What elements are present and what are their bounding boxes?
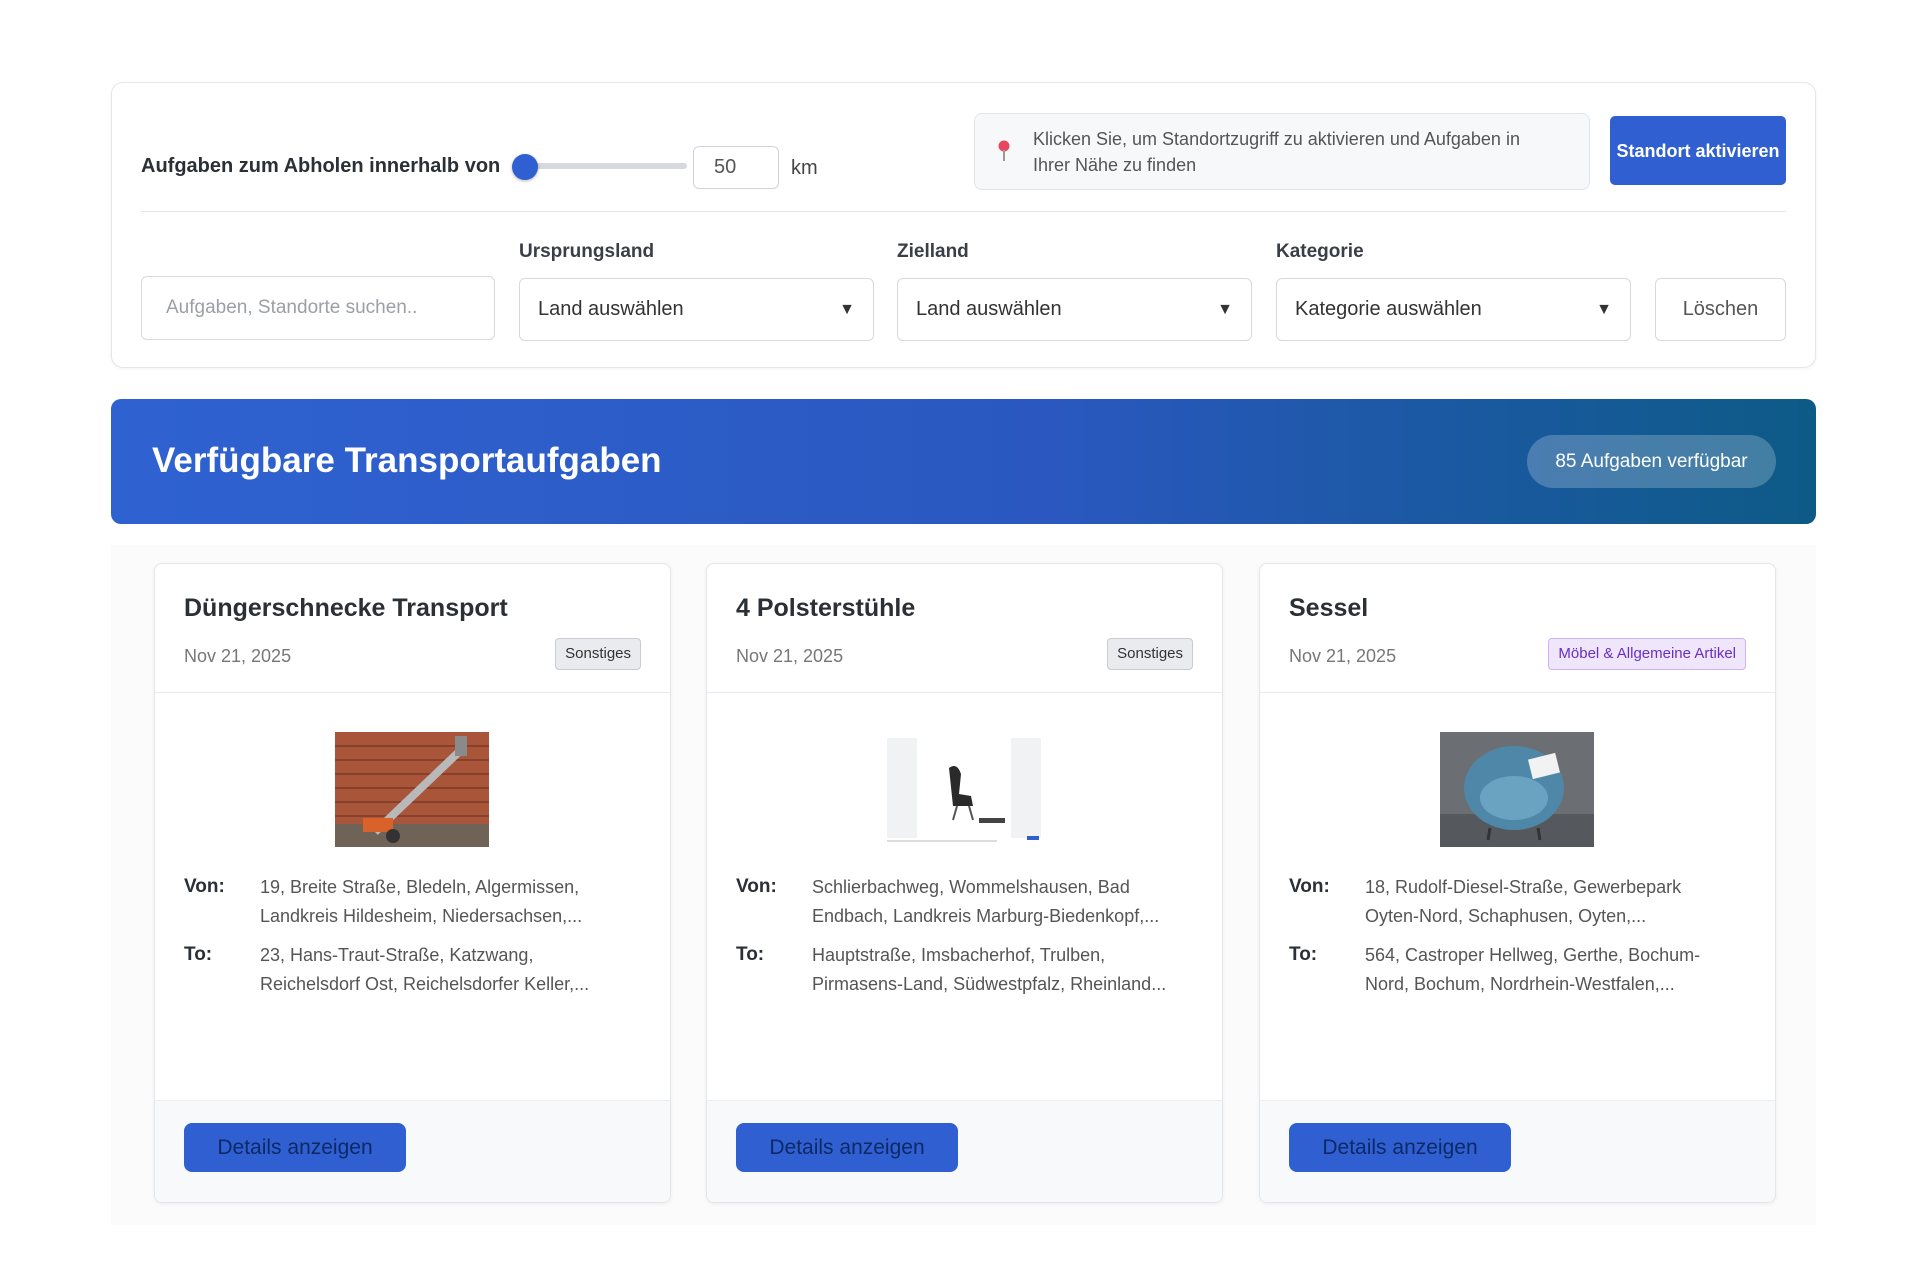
enable-location-button[interactable]: Standort aktivieren xyxy=(1610,116,1786,185)
card-divider xyxy=(1260,692,1775,693)
radius-slider-track[interactable] xyxy=(517,163,687,169)
panel-divider xyxy=(141,211,1786,212)
category-badge: Möbel & Allgemeine Artikel xyxy=(1548,638,1746,670)
category-label: Kategorie xyxy=(1276,241,1364,262)
origin-country-label: Ursprungsland xyxy=(519,241,655,262)
task-title: 4 Polsterstühle xyxy=(736,594,916,622)
page-title: Verfügbare Transportaufgaben xyxy=(152,441,662,480)
chevron-down-icon: ▼ xyxy=(1217,301,1233,318)
card-footer: Details anzeigen xyxy=(155,1100,670,1202)
destination-country-select[interactable]: Land auswählen ▼ xyxy=(897,278,1252,341)
from-label: Von: xyxy=(736,876,777,897)
task-image-chairs[interactable] xyxy=(887,732,1041,847)
to-address: 564, Castroper Hellweg, Gerthe, Bochum-N… xyxy=(1365,945,1701,994)
details-button[interactable]: Details anzeigen xyxy=(1289,1123,1511,1172)
from-address: Schlierbachweg, Wommelshausen, Bad Endba… xyxy=(812,877,1160,926)
destination-country-value: Land auswählen xyxy=(916,298,1062,320)
task-title: Düngerschnecke Transport xyxy=(184,594,508,622)
destination-country-label: Zielland xyxy=(897,241,969,262)
category-value: Kategorie auswählen xyxy=(1295,298,1482,320)
brick-wall-auger-image xyxy=(335,732,489,847)
tasks-banner: Verfügbare Transportaufgaben 85 Aufgaben… xyxy=(111,399,1816,524)
task-card: Düngerschnecke Transport Nov 21, 2025 So… xyxy=(154,563,671,1203)
filter-panel: Aufgaben zum Abholen innerhalb von km Kl… xyxy=(111,82,1816,368)
origin-country-value: Land auswählen xyxy=(538,298,684,320)
task-card: Sessel Nov 21, 2025 Möbel & Allgemeine A… xyxy=(1259,563,1776,1203)
card-divider xyxy=(707,692,1222,693)
category-select[interactable]: Kategorie auswählen ▼ xyxy=(1276,278,1631,341)
location-hint-box[interactable]: Klicken Sie, um Standortzugriff zu aktiv… xyxy=(974,113,1590,190)
card-footer: Details anzeigen xyxy=(1260,1100,1775,1202)
category-badge: Sonstiges xyxy=(555,638,641,670)
radius-input[interactable] xyxy=(693,146,779,189)
location-hint-text: Klicken Sie, um Standortzugriff zu aktiv… xyxy=(1033,129,1520,175)
from-address: 19, Breite Straße, Bledeln, Algermissen,… xyxy=(260,877,583,926)
category-badge: Sonstiges xyxy=(1107,638,1193,670)
task-date: Nov 21, 2025 xyxy=(184,646,292,666)
chair-screenshot-image xyxy=(887,732,1041,847)
chevron-down-icon: ▼ xyxy=(839,301,855,318)
card-footer: Details anzeigen xyxy=(707,1100,1222,1202)
blue-armchair-image xyxy=(1440,732,1594,847)
task-title: Sessel xyxy=(1289,594,1369,622)
from-label: Von: xyxy=(184,876,225,897)
details-button[interactable]: Details anzeigen xyxy=(736,1123,958,1172)
clear-filters-button[interactable]: Löschen xyxy=(1655,278,1786,341)
to-address: Hauptstraße, Imsbacherhof, Trulben, Pirm… xyxy=(812,945,1167,994)
location-pin-icon xyxy=(998,140,1010,161)
task-count-badge: 85 Aufgaben verfügbar xyxy=(1527,435,1776,488)
task-image-armchair[interactable] xyxy=(1440,732,1594,847)
card-divider xyxy=(155,692,670,693)
task-card: 4 Polsterstühle Nov 21, 2025 Sonstiges V… xyxy=(706,563,1223,1203)
details-button[interactable]: Details anzeigen xyxy=(184,1123,406,1172)
radius-unit: km xyxy=(791,157,818,179)
to-label: To: xyxy=(184,944,213,965)
chevron-down-icon: ▼ xyxy=(1596,301,1612,318)
task-image-auger[interactable] xyxy=(335,732,489,847)
search-input[interactable] xyxy=(141,276,495,340)
to-label: To: xyxy=(736,944,765,965)
from-address: 18, Rudolf-Diesel-Straße, Gewerbepark Oy… xyxy=(1365,877,1682,926)
task-date: Nov 21, 2025 xyxy=(1289,646,1397,666)
radius-slider-thumb[interactable] xyxy=(512,154,538,180)
radius-label: Aufgaben zum Abholen innerhalb von xyxy=(141,155,501,177)
to-address: 23, Hans-Traut-Straße, Katzwang, Reichel… xyxy=(260,945,590,994)
from-label: Von: xyxy=(1289,876,1330,897)
task-date: Nov 21, 2025 xyxy=(736,646,844,666)
origin-country-select[interactable]: Land auswählen ▼ xyxy=(519,278,874,341)
to-label: To: xyxy=(1289,944,1318,965)
